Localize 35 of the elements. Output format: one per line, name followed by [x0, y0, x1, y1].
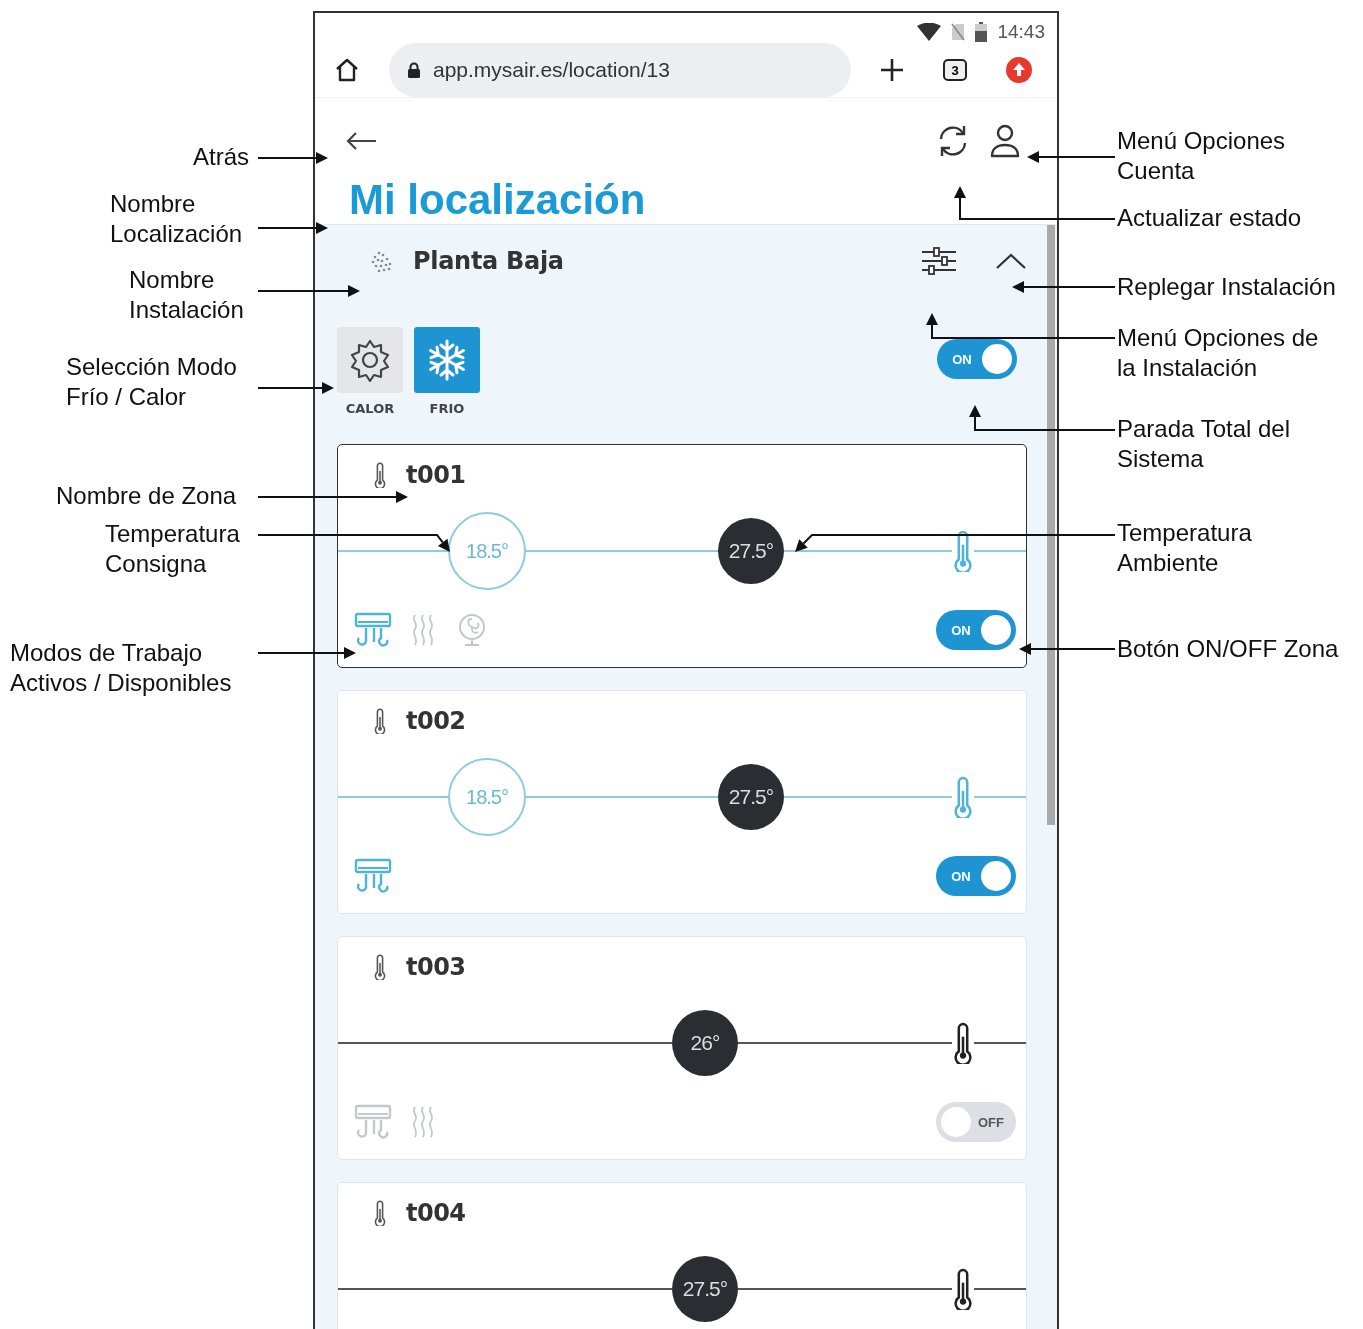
annotation-label: Atrás — [193, 142, 249, 172]
annotation-label: Replegar Instalación — [1117, 272, 1336, 302]
zone-card[interactable]: t003 26° OFF — [337, 936, 1027, 1160]
ambient-temperature: 26° — [672, 1010, 738, 1076]
annotation-label: Botón ON/OFF Zona — [1117, 634, 1339, 664]
on-off-switch[interactable]: OFF — [936, 1102, 1016, 1142]
annotation-label: Menú Opciones de la Instalación — [1117, 323, 1319, 383]
annotation-label: Temperatura Consigna — [105, 519, 240, 579]
url-text: app.mysair.es/location/13 — [433, 58, 670, 82]
zone-card[interactable]: t002 18.5° 27.5° ON — [337, 690, 1027, 914]
zone-name: t002 — [406, 707, 466, 735]
zone-name: t004 — [406, 1199, 466, 1227]
ambient-temperature: 27.5° — [718, 518, 784, 584]
annotation-label: Modos de Trabajo Activos / Disponibles — [10, 638, 232, 698]
annotation-label: Nombre de Zona — [56, 481, 237, 511]
zone-name: t001 — [406, 461, 466, 489]
ambient-temperature: 27.5° — [672, 1256, 738, 1322]
mode-label: FRIO — [429, 401, 465, 416]
annotation-label: Nombre Localización — [110, 189, 243, 249]
mode-label: CALOR — [345, 401, 395, 416]
annotation-label: Actualizar estado — [1117, 203, 1302, 233]
clock: 14:43 — [997, 21, 1045, 43]
annotation-label: Selección Modo Frío / Calor — [66, 352, 237, 412]
annotation-label: Temperatura Ambiente — [1117, 518, 1252, 578]
annotation-label: Nombre Instalación — [129, 265, 244, 325]
ambient-temperature: 27.5° — [718, 764, 784, 830]
zone-card[interactable]: t004 27.5° — [337, 1182, 1027, 1329]
location-title: Mi localización — [349, 176, 646, 224]
tab-count[interactable]: 3 — [943, 59, 967, 81]
annotation-label: Menú Opciones Cuenta — [1117, 126, 1286, 186]
zone-name: t003 — [406, 953, 466, 981]
zone-card[interactable]: t001 18.5° 27.5° ON — [337, 444, 1027, 668]
address-bar[interactable]: app.mysair.es/location/13 — [389, 43, 851, 97]
installation-name: Planta Baja — [413, 247, 565, 275]
annotation-label: Parada Total del Sistema — [1117, 414, 1290, 474]
